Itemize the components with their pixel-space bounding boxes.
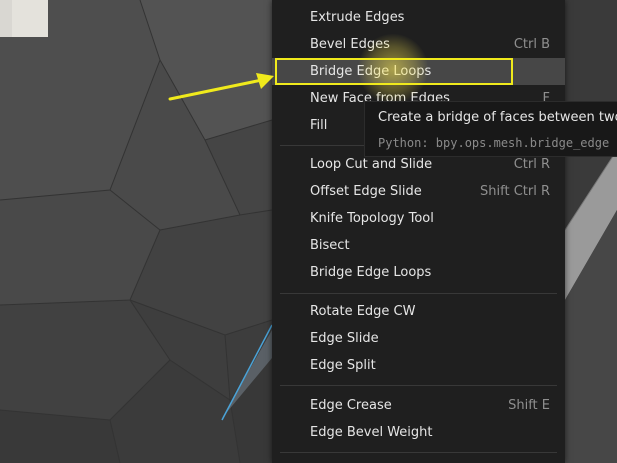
menu-item-label: Edge Bevel Weight xyxy=(310,425,433,440)
menu-item-shortcut: Shift Ctrl R xyxy=(480,184,550,199)
menu-item-edge-split[interactable]: Edge Split xyxy=(272,352,565,379)
menu-item-label: Offset Edge Slide xyxy=(310,184,422,199)
menu-item-edge-slide[interactable]: Edge Slide xyxy=(272,325,565,352)
annotation-arrow-icon xyxy=(168,73,274,101)
tooltip-description: Create a bridge of faces between two xyxy=(378,110,617,125)
menu-item-shortcut: Shift E xyxy=(508,398,550,413)
menu-item-label: Bevel Edges xyxy=(310,37,390,52)
menu-item-label: Fill xyxy=(310,118,328,133)
menu-item-extrude-edges[interactable]: Extrude Edges xyxy=(272,4,565,31)
menu-item-knife-topology-tool[interactable]: Knife Topology Tool xyxy=(272,205,565,232)
annotation-highlight-box xyxy=(275,58,513,85)
menu-item-bevel-edges[interactable]: Bevel Edges Ctrl B xyxy=(272,31,565,58)
menu-item-edge-bevel-weight[interactable]: Edge Bevel Weight xyxy=(272,419,565,446)
menu-item-label: Extrude Edges xyxy=(310,10,405,25)
menu-item-offset-edge-slide[interactable]: Offset Edge Slide Shift Ctrl R xyxy=(272,178,565,205)
menu-item-label: Bridge Edge Loops xyxy=(310,265,432,280)
menu-item-label: Knife Topology Tool xyxy=(310,211,434,226)
tooltip-python-path: Python: bpy.ops.mesh.bridge_edge xyxy=(378,136,610,150)
menu-item-bridge-edge-loops[interactable]: Bridge Edge Loops xyxy=(272,259,565,286)
menu-item-label: Bisect xyxy=(310,238,350,253)
menu-item-label: Rotate Edge CW xyxy=(310,304,416,319)
menu-item-label: Edge Split xyxy=(310,358,376,373)
menu-item-bisect[interactable]: Bisect xyxy=(272,232,565,259)
menu-item-rotate-edge-cw[interactable]: Rotate Edge CW xyxy=(272,298,565,325)
menu-separator xyxy=(280,452,557,453)
menu-separator xyxy=(280,293,557,294)
tooltip: Create a bridge of faces between two Pyt… xyxy=(364,101,617,157)
menu-item-edge-crease[interactable]: Edge Crease Shift E xyxy=(272,392,565,419)
menu-separator xyxy=(280,385,557,386)
menu-item-label: Edge Slide xyxy=(310,331,379,346)
menu-item-label: Edge Crease xyxy=(310,398,392,413)
menu-item-shortcut: Ctrl B xyxy=(513,37,550,52)
